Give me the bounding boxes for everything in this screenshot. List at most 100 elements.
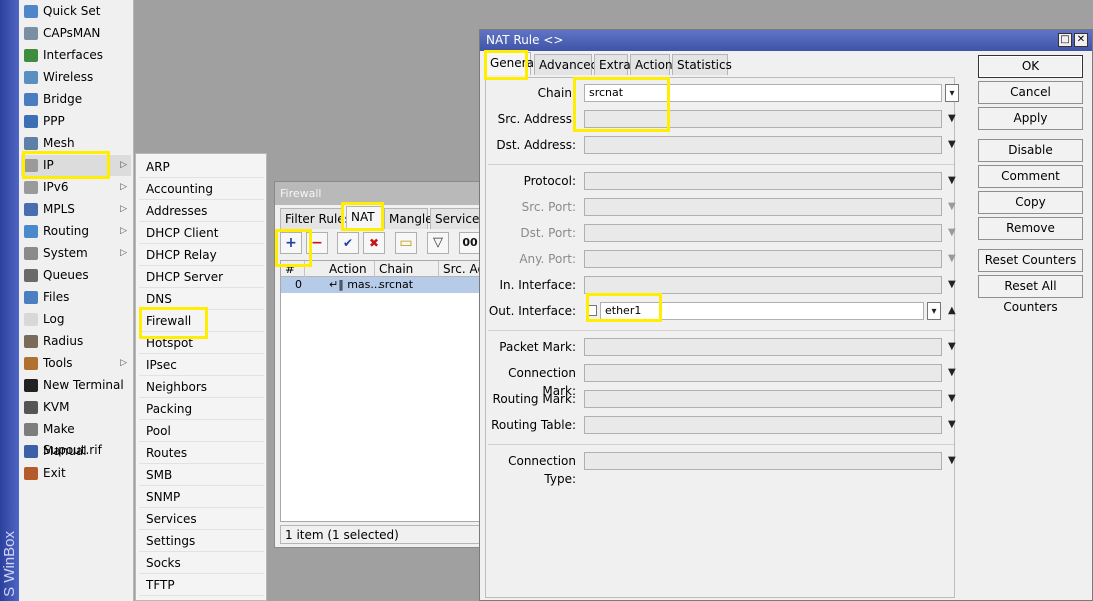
menu-item-ipv6[interactable]: IPv6 ▷: [21, 177, 131, 198]
submenu-item-dns[interactable]: DNS: [139, 289, 264, 310]
chain-dropdown-icon[interactable]: ▾: [945, 84, 959, 102]
dst-port-field[interactable]: [584, 224, 942, 242]
submenu-item-pool[interactable]: Pool: [139, 421, 264, 442]
out-interface-select[interactable]: ether1: [600, 302, 924, 320]
connection-mark-dropdown-icon[interactable]: ▼: [948, 364, 960, 382]
submenu-item-hotspot[interactable]: Hotspot: [139, 333, 264, 354]
more-button[interactable]: 00: [459, 232, 481, 254]
connection-type-dropdown-icon[interactable]: ▼: [948, 452, 960, 470]
submenu-item-settings[interactable]: Settings: [139, 531, 264, 552]
invert-checkbox[interactable]: [586, 305, 597, 316]
submenu-item-firewall[interactable]: Firewall: [139, 311, 264, 332]
routing-table-field[interactable]: [584, 416, 942, 434]
remove-rule-button[interactable]: Remove: [978, 217, 1083, 240]
menu-item-queues[interactable]: Queues: [21, 265, 131, 286]
submenu-item-socks[interactable]: Socks: [139, 553, 264, 574]
connection-type-field[interactable]: [584, 452, 942, 470]
menu-item-mesh[interactable]: Mesh: [21, 133, 131, 154]
tab-mangle[interactable]: Mangle: [384, 208, 433, 229]
copy-button[interactable]: Copy: [978, 191, 1083, 214]
src-port-field[interactable]: [584, 198, 942, 216]
filter-button[interactable]: ▽: [427, 232, 449, 254]
protocol-dropdown-icon[interactable]: ▼: [948, 172, 960, 190]
menu-item-routing[interactable]: Routing ▷: [21, 221, 131, 242]
submenu-item-ipsec[interactable]: IPsec: [139, 355, 264, 376]
tab-statistics[interactable]: Statistics: [672, 54, 732, 75]
menu-item-manual[interactable]: Manual: [21, 441, 131, 462]
menu-item-log[interactable]: Log: [21, 309, 131, 330]
tab-filter-rules[interactable]: Filter Rules: [280, 208, 351, 229]
submenu-item-tftp[interactable]: TFTP: [139, 575, 264, 596]
remove-button[interactable]: −: [306, 232, 328, 254]
tab-extra[interactable]: Extra: [594, 54, 631, 75]
menu-item-tools[interactable]: Tools ▷: [21, 353, 131, 374]
menu-item-radius[interactable]: Radius: [21, 331, 131, 352]
apply-button[interactable]: Apply: [978, 107, 1083, 130]
dst-address-dropdown-icon[interactable]: ▼: [948, 136, 960, 154]
submenu-item-arp[interactable]: ARP: [139, 157, 264, 178]
table-row[interactable]: 0 ↵‖ mas... srcnat: [281, 277, 489, 293]
out-interface-dropdown-icon[interactable]: ▾: [927, 302, 941, 320]
dst-port-dropdown-icon[interactable]: ▼: [948, 224, 960, 242]
routing-table-dropdown-icon[interactable]: ▼: [948, 416, 960, 434]
menu-item-new-terminal[interactable]: New Terminal: [21, 375, 131, 396]
any-port-dropdown-icon[interactable]: ▼: [948, 250, 960, 268]
submenu-item-accounting[interactable]: Accounting: [139, 179, 264, 200]
in-interface-dropdown-icon[interactable]: ▼: [948, 276, 960, 294]
add-button[interactable]: +: [280, 232, 302, 254]
src-port-dropdown-icon[interactable]: ▼: [948, 198, 960, 216]
routing-mark-field[interactable]: [584, 390, 942, 408]
menu-item-kvm[interactable]: KVM: [21, 397, 131, 418]
any-port-field[interactable]: [584, 250, 942, 268]
submenu-item-snmp[interactable]: SNMP: [139, 487, 264, 508]
cancel-button[interactable]: Cancel: [978, 81, 1083, 104]
menu-item-interfaces[interactable]: Interfaces: [21, 45, 131, 66]
tab-general[interactable]: General: [485, 52, 537, 75]
ok-button[interactable]: OK: [978, 55, 1083, 78]
submenu-item-services[interactable]: Services: [139, 509, 264, 530]
reset-all-counters-button[interactable]: Reset All Counters: [978, 275, 1083, 314]
menu-item-mpls[interactable]: MPLS ▷: [21, 199, 131, 220]
submenu-item-neighbors[interactable]: Neighbors: [139, 377, 264, 398]
connection-mark-field[interactable]: [584, 364, 942, 382]
submenu-item-smb[interactable]: SMB: [139, 465, 264, 486]
menu-item-capsman[interactable]: CAPsMAN: [21, 23, 131, 44]
col-action[interactable]: Action: [325, 261, 375, 277]
submenu-item-routes[interactable]: Routes: [139, 443, 264, 464]
menu-item-exit[interactable]: Exit: [21, 463, 131, 484]
reset-counters-button[interactable]: Reset Counters: [978, 249, 1083, 272]
comment-rule-button[interactable]: Comment: [978, 165, 1083, 188]
tab-action[interactable]: Action: [630, 54, 673, 75]
submenu-item-dhcp-client[interactable]: DHCP Client: [139, 223, 264, 244]
submenu-item-dhcp-relay[interactable]: DHCP Relay: [139, 245, 264, 266]
submenu-item-packing[interactable]: Packing: [139, 399, 264, 420]
menu-item-ip[interactable]: IP ▷: [21, 155, 131, 176]
packet-mark-dropdown-icon[interactable]: ▼: [948, 338, 960, 356]
tab-nat[interactable]: NAT: [346, 206, 382, 229]
routing-mark-dropdown-icon[interactable]: ▼: [948, 390, 960, 408]
disable-button[interactable]: ✖: [363, 232, 385, 254]
submenu-item-addresses[interactable]: Addresses: [139, 201, 264, 222]
menu-item-system[interactable]: System ▷: [21, 243, 131, 264]
collapse-up-icon[interactable]: ▲: [948, 302, 960, 320]
protocol-field[interactable]: [584, 172, 942, 190]
close-icon[interactable]: ✕: [1074, 33, 1088, 47]
comment-button[interactable]: ▭: [395, 232, 417, 254]
src-address-field[interactable]: [584, 110, 942, 128]
menu-item-quick-set[interactable]: Quick Set: [21, 1, 131, 22]
menu-item-ppp[interactable]: PPP: [21, 111, 131, 132]
menu-item-bridge[interactable]: Bridge: [21, 89, 131, 110]
enable-button[interactable]: ✔: [337, 232, 359, 254]
col-number[interactable]: #: [281, 261, 305, 277]
chain-select[interactable]: srcnat: [584, 84, 942, 102]
in-interface-field[interactable]: [584, 276, 942, 294]
menu-item-make-supout-rif[interactable]: Make Supout.rif: [21, 419, 131, 457]
submenu-item-dhcp-server[interactable]: DHCP Server: [139, 267, 264, 288]
src-address-dropdown-icon[interactable]: ▼: [948, 110, 960, 128]
menu-item-wireless[interactable]: Wireless: [21, 67, 131, 88]
col-chain[interactable]: Chain: [375, 261, 439, 277]
packet-mark-field[interactable]: [584, 338, 942, 356]
menu-item-files[interactable]: Files: [21, 287, 131, 308]
maximize-icon[interactable]: □: [1058, 33, 1072, 47]
disable-rule-button[interactable]: Disable: [978, 139, 1083, 162]
